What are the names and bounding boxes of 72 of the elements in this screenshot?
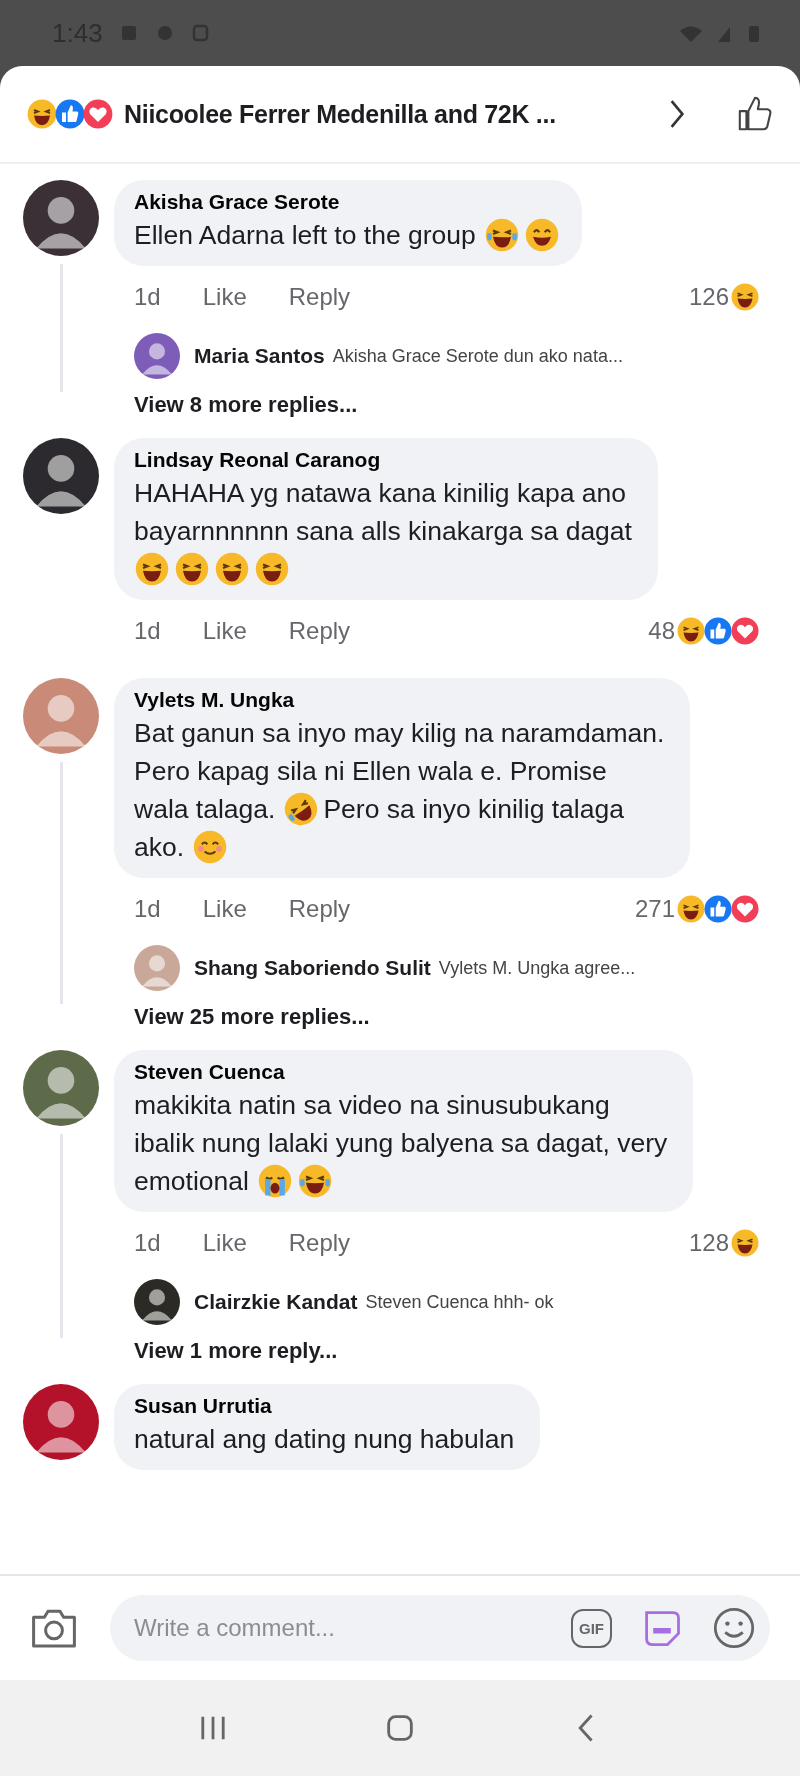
laughing-face-icon bbox=[254, 551, 290, 587]
laughing-face-icon bbox=[730, 282, 760, 312]
reply-link[interactable]: Reply bbox=[288, 617, 351, 645]
comment-time: 1d bbox=[134, 617, 161, 645]
thumbs-up-icon[interactable] bbox=[736, 95, 774, 133]
comment-text: HAHAHA yg natawa kana kinilig kapa ano bbox=[134, 477, 626, 509]
reply-text: Steven Cuenca hhh- ok bbox=[365, 1291, 554, 1313]
comment-author[interactable]: Vylets M. Ungka bbox=[134, 688, 295, 712]
comment-time: 1d bbox=[134, 895, 161, 923]
like-link[interactable]: Like bbox=[202, 617, 247, 645]
laughing-face-icon bbox=[134, 551, 170, 587]
comment-text: bayarnnnnnn sana alls kinakarga sa dagat bbox=[134, 515, 632, 547]
reply-link[interactable]: Reply bbox=[288, 283, 351, 311]
grinning-face-icon bbox=[523, 217, 560, 253]
reply-author[interactable]: Shang Saboriendo Sulit bbox=[194, 956, 431, 980]
app-icon bbox=[190, 23, 211, 43]
avatar[interactable] bbox=[23, 438, 99, 514]
comment-text: ako. bbox=[134, 831, 185, 863]
laughing-face-icon bbox=[174, 551, 210, 587]
comment-text: Pero sa inyo kinilig talaga bbox=[323, 793, 624, 825]
laughing-face-icon bbox=[26, 98, 58, 130]
comment-time: 1d bbox=[134, 283, 161, 311]
comment-text: Pero kapag sila ni Ellen wala e. Promise bbox=[134, 755, 607, 787]
comment-author[interactable]: Akisha Grace Serote bbox=[134, 190, 340, 214]
avatar[interactable] bbox=[23, 1384, 99, 1460]
comment-text: ibalik nung lalaki yung balyena sa dagat, very bbox=[134, 1127, 668, 1159]
comment-text: makikita natin sa video na sinusubukang bbox=[134, 1089, 610, 1121]
tears-of-joy-icon bbox=[283, 791, 320, 827]
comment-text: Bat ganun sa inyo may kilig na naramdaman. bbox=[134, 717, 665, 749]
like-link[interactable]: Like bbox=[202, 895, 247, 923]
laughing-face-icon bbox=[676, 616, 706, 646]
comment-text: Ellen Adarna left to the group bbox=[134, 219, 476, 251]
comment-field[interactable]: Write a comment... GIF bbox=[110, 1595, 770, 1661]
crying-face-icon bbox=[256, 1163, 293, 1199]
reaction-count[interactable]: 126 bbox=[688, 283, 729, 311]
chevron-right-icon[interactable] bbox=[668, 98, 686, 130]
view-more-replies-link[interactable]: View 25 more replies... bbox=[114, 996, 760, 1034]
reply-author[interactable]: Clairzkie Kandat bbox=[194, 1290, 358, 1314]
laughing-face-icon bbox=[730, 1228, 760, 1258]
reaction-count[interactable]: 128 bbox=[688, 1229, 729, 1257]
emoji-icon[interactable] bbox=[712, 1606, 756, 1650]
avatar[interactable] bbox=[23, 180, 99, 256]
like-link[interactable]: Like bbox=[202, 283, 247, 311]
comment-text: wala talaga. bbox=[134, 793, 276, 825]
comment-time: 1d bbox=[134, 1229, 161, 1257]
gif-button[interactable]: GIF bbox=[571, 1608, 612, 1648]
reply-link[interactable]: Reply bbox=[288, 1229, 351, 1257]
comment-text: natural ang dating nung habulan bbox=[134, 1423, 515, 1455]
reply-text: Akisha Grace Serote dun ako nata... bbox=[332, 345, 623, 367]
battery-icon bbox=[748, 23, 760, 43]
view-more-replies-link[interactable]: View 1 more reply... bbox=[114, 1330, 760, 1368]
reply-author[interactable]: Maria Santos bbox=[194, 344, 325, 368]
thumbs-up-icon bbox=[54, 98, 86, 130]
reply-text: Vylets M. Ungka agree... bbox=[438, 957, 636, 979]
thumbs-up-icon bbox=[703, 616, 733, 646]
reaction-count[interactable]: 271 bbox=[634, 895, 675, 923]
reply-link[interactable]: Reply bbox=[288, 895, 351, 923]
comment-text: emotional bbox=[134, 1165, 249, 1197]
comment-author[interactable]: Lindsay Reonal Caranog bbox=[134, 448, 381, 472]
laughing-face-icon bbox=[676, 894, 706, 924]
thumbs-up-icon bbox=[703, 894, 733, 924]
like-link[interactable]: Like bbox=[202, 1229, 247, 1257]
avatar[interactable] bbox=[134, 1279, 180, 1325]
smiling-face-icon bbox=[192, 829, 229, 865]
view-more-replies-link[interactable]: View 8 more replies... bbox=[114, 384, 760, 422]
comment-author[interactable]: Susan Urrutia bbox=[134, 1394, 272, 1418]
reaction-count[interactable]: 48 bbox=[648, 617, 675, 645]
reactors-title[interactable]: Niicoolee Ferrer Medenilla and 72K ... bbox=[124, 99, 658, 129]
laughing-face-icon bbox=[214, 551, 250, 587]
tears-of-joy-icon bbox=[483, 217, 520, 253]
comment-author[interactable]: Steven Cuenca bbox=[134, 1060, 285, 1084]
tears-of-joy-icon bbox=[296, 1163, 333, 1199]
